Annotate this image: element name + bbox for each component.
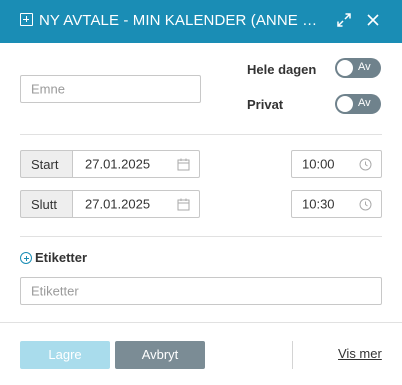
all-day-toggle[interactable]: Av [335,58,381,78]
tags-input[interactable]: Etiketter [20,277,382,305]
tags-placeholder: Etiketter [31,283,79,299]
calendar-icon[interactable] [177,158,190,171]
footer-separator [292,341,293,369]
end-date-value: 27.01.2025 [85,196,151,212]
private-toggle-knob [337,96,353,112]
section-divider [20,134,382,135]
save-button[interactable]: Lagre [20,341,110,369]
start-time-input[interactable]: 10:00 [291,150,382,178]
subject-placeholder: Emne [31,81,65,97]
subject-input[interactable]: Emne [20,75,201,103]
footer-divider [0,322,402,323]
dialog-title-bar: NY AVTALE - MIN KALENDER (ANNE PRESTHUS) [0,0,402,43]
end-label: Slutt [20,190,73,218]
start-date-value: 27.01.2025 [85,156,151,172]
close-icon[interactable] [365,12,381,28]
tags-heading: Etiketter [35,250,88,265]
end-date-input[interactable]: 27.01.2025 [72,190,200,218]
clock-icon[interactable] [359,198,372,211]
section-divider [20,236,382,237]
all-day-toggle-knob [337,60,353,76]
all-day-label: Hele dagen [247,62,317,77]
all-day-toggle-state: Av [358,61,371,73]
private-toggle-state: Av [358,97,371,109]
cancel-button[interactable]: Avbryt [115,341,205,369]
end-time-value: 10:30 [302,196,335,212]
show-more-link[interactable]: Vis mer [338,346,382,361]
add-circle-icon[interactable] [20,252,32,264]
private-toggle[interactable]: Av [335,94,381,114]
expand-icon[interactable] [336,12,352,28]
new-appointment-icon [20,13,33,26]
start-label-text: Start [31,157,59,172]
start-time-value: 10:00 [302,156,335,172]
end-label-text: Slutt [31,197,58,212]
end-time-input[interactable]: 10:30 [291,190,382,218]
calendar-icon[interactable] [177,198,190,211]
start-label: Start [20,150,73,178]
start-date-input[interactable]: 27.01.2025 [72,150,200,178]
private-label: Privat [247,97,284,112]
clock-icon[interactable] [359,158,372,171]
dialog-title: NY AVTALE - MIN KALENDER (ANNE PRESTHUS) [39,12,326,29]
